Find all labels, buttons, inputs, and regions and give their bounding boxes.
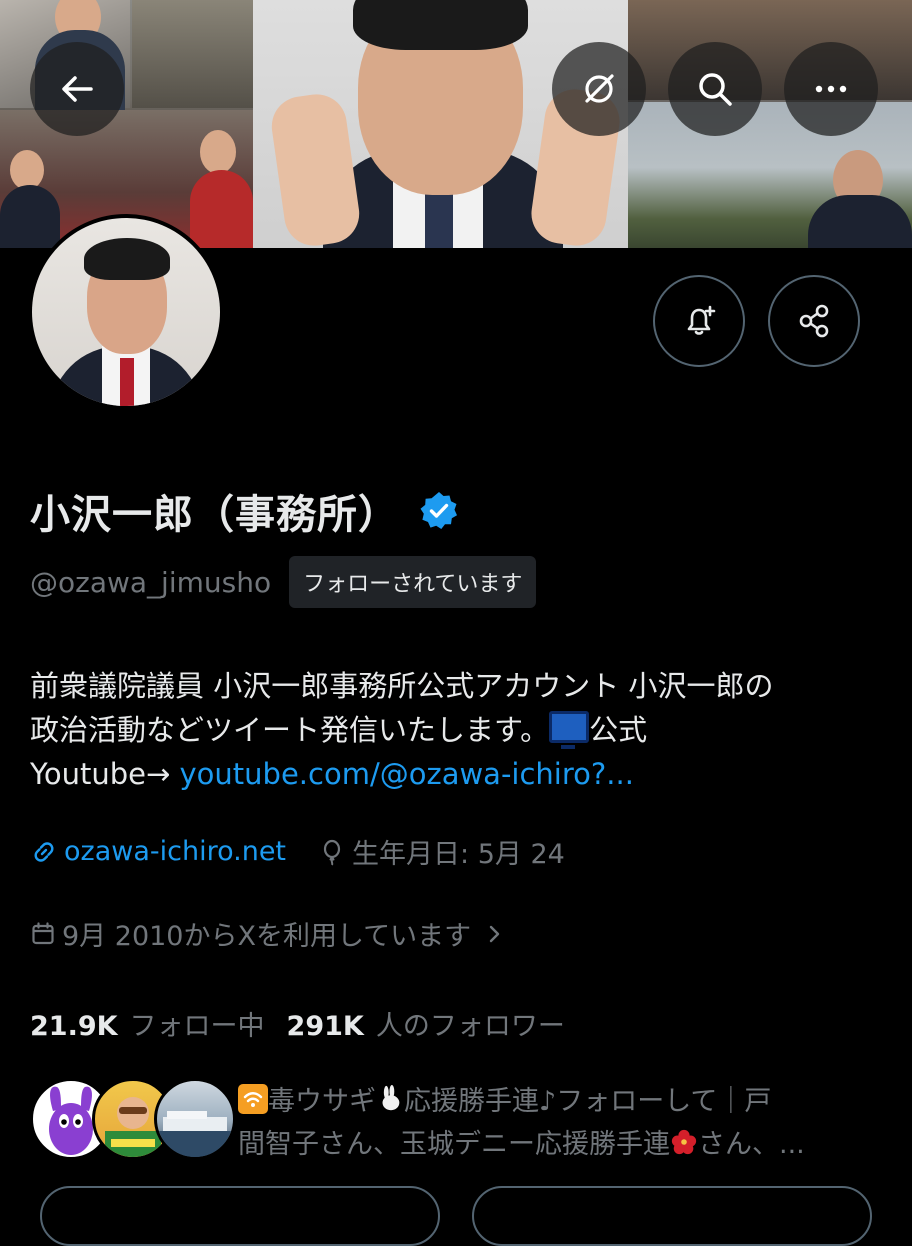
more-horizontal-icon	[815, 85, 847, 93]
link-icon	[34, 841, 54, 862]
action-button[interactable]	[472, 1186, 872, 1246]
followers-label: 人のフォロワー	[375, 1011, 565, 1042]
bio-text: Youtube→	[30, 757, 180, 791]
notify-button[interactable]	[653, 275, 745, 367]
search-button[interactable]	[668, 42, 762, 136]
share-button[interactable]	[768, 275, 860, 367]
followed-by-line: 毒ウサギ 応援勝手連♪フォローして｜戸	[238, 1082, 888, 1125]
bottom-actions	[0, 1186, 912, 1246]
back-button[interactable]	[30, 42, 124, 136]
birthday: 生年月日: 5月 24	[318, 832, 565, 871]
profile-banner[interactable]	[0, 0, 912, 248]
calendar-icon	[32, 921, 54, 944]
followed-by-text: 毒ウサギ 応援勝手連♪フォローして｜戸 間智子さん、玉城デニー応援勝手連 さん、..…	[238, 1082, 888, 1168]
joined-text: 9月 2010からXを利用しています	[62, 921, 472, 952]
profile-name-row: 小沢一郎（事務所）	[30, 482, 461, 540]
grok-icon	[585, 74, 614, 103]
follows-you-badge: フォローされています	[289, 556, 537, 608]
followers-stat[interactable]: 291K 人のフォロワー	[287, 1004, 565, 1043]
joined-date[interactable]: 9月 2010からXを利用しています	[30, 914, 505, 953]
bio-line: Youtube→ youtube.com/@ozawa-ichiro?...	[30, 752, 890, 796]
share-icon	[799, 304, 829, 338]
follow-stats: 21.9K フォロー中 291K 人のフォロワー	[30, 1004, 565, 1043]
bio-text: 公式	[589, 713, 648, 747]
following-stat[interactable]: 21.9K フォロー中	[30, 1004, 265, 1043]
bell-plus-icon	[687, 305, 716, 335]
followed-by-text-part: さん、...	[698, 1129, 805, 1160]
website-link[interactable]: ozawa-ichiro.net	[30, 836, 286, 867]
profile-bio: 前衆議院議員 小沢一郎事務所公式アカウント 小沢一郎の 政治活動などツイート発信…	[30, 664, 890, 796]
bio-text: 政治活動などツイート発信いたします。	[30, 713, 550, 747]
wifi-emoji-icon	[238, 1084, 268, 1114]
followed-by-text-part: 間智子さん、玉城デニー応援勝手連	[238, 1129, 670, 1160]
profile-handle: @ozawa_jimusho	[30, 565, 272, 599]
followed-by-text-part: 応援勝手連♪フォローして｜戸	[404, 1086, 772, 1117]
bio-line: 前衆議院議員 小沢一郎事務所公式アカウント 小沢一郎の	[30, 669, 774, 703]
avatar-frame[interactable]	[28, 214, 224, 410]
birthday-text: 生年月日: 5月 24	[352, 839, 565, 870]
grok-button[interactable]	[552, 42, 646, 136]
banner-photo-collage-right	[628, 0, 912, 248]
follower-avatar	[154, 1078, 236, 1160]
following-count: 21.9K	[30, 1011, 118, 1042]
arrow-left-icon	[62, 76, 93, 102]
followed-by-avatars	[30, 1078, 236, 1160]
action-button[interactable]	[40, 1186, 440, 1246]
rabbit-emoji-icon	[376, 1085, 404, 1125]
avatar[interactable]	[32, 218, 220, 406]
following-label: フォロー中	[129, 1011, 265, 1042]
handle-row: @ozawa_jimusho フォローされています	[30, 556, 537, 608]
followers-count: 291K	[286, 1011, 364, 1042]
profile-name: 小沢一郎（事務所）	[30, 492, 399, 538]
search-icon	[699, 73, 732, 106]
banner-photo-collage-left	[0, 0, 253, 248]
verified-badge-icon[interactable]	[417, 489, 461, 533]
bio-line: 政治活動などツイート発信いたします。 公式	[30, 708, 890, 752]
profile-meta-row: ozawa-ichiro.net 生年月日: 5月 24	[30, 832, 565, 871]
hibiscus-emoji-icon	[670, 1128, 698, 1168]
balloon-icon	[323, 839, 341, 865]
website-text[interactable]: ozawa-ichiro.net	[64, 836, 286, 867]
more-button[interactable]	[784, 42, 878, 136]
youtube-link[interactable]: youtube.com/@ozawa-ichiro?...	[180, 757, 634, 791]
followed-by-text-part: 毒ウサギ	[268, 1086, 376, 1117]
chevron-right-icon	[489, 925, 500, 942]
television-emoji-icon	[549, 711, 590, 749]
followed-by-line: 間智子さん、玉城デニー応援勝手連 さん、...	[238, 1125, 888, 1168]
